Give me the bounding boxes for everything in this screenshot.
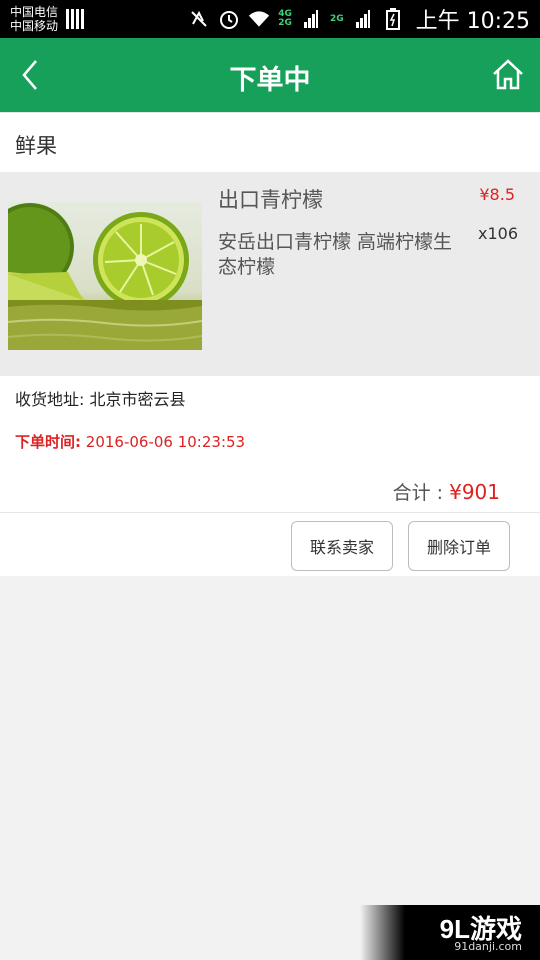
order-time-label: 下单时间: <box>15 433 81 451</box>
carrier-labels: 中国电信 中国移动 <box>10 5 58 33</box>
home-icon <box>493 59 523 90</box>
order-total: 合计 : ¥901 <box>393 478 500 505</box>
network-type-2: 2G <box>329 13 344 24</box>
store-name: 鲜果 <box>15 134 57 158</box>
product-image <box>8 202 202 350</box>
order-info: 收货地址: 北京市密云县 下单时间: 2016-06-06 10:23:53 合… <box>0 376 540 512</box>
order-time-value: 2016-06-06 10:23:53 <box>85 433 246 451</box>
watermark-url: 91danji.com <box>454 940 522 953</box>
signal-icon <box>300 8 322 30</box>
address-value: 北京市密云县 <box>89 390 186 409</box>
network-type: 4G 2G <box>278 9 292 28</box>
store-row: 鲜果 <box>0 112 540 172</box>
wifi-icon <box>248 8 270 30</box>
status-bar: 中国电信 中国移动 4G 2G 2G 上午 10:25 <box>0 0 540 38</box>
mute-icon <box>188 8 210 30</box>
watermark: 9L游戏 91danji.com <box>360 905 540 960</box>
product-price: ¥8.5 <box>479 185 515 204</box>
status-clock: 上午 10:25 <box>415 9 530 34</box>
order-time: 下单时间: 2016-06-06 10:23:53 <box>15 431 245 452</box>
total-value: ¥901 <box>449 480 500 504</box>
delivery-address: 收货地址: 北京市密云县 <box>15 386 186 410</box>
carrier-1: 中国电信 <box>10 5 59 19</box>
total-label: 合计 : <box>392 482 444 504</box>
address-label: 收货地址: <box>15 390 85 409</box>
battery-icon <box>382 8 404 30</box>
alarm-icon <box>218 8 240 30</box>
product-description: 安岳出口青柠檬 高端柠檬生态柠檬 <box>218 231 453 278</box>
carrier-2: 中国移动 <box>10 19 59 33</box>
signal-icon-2 <box>352 8 374 30</box>
product-item[interactable]: 出口青柠檬 ¥8.5 安岳出口青柠檬 高端柠檬生态柠檬 x106 <box>0 172 540 376</box>
page-title: 下单中 <box>229 65 311 96</box>
home-button[interactable] <box>488 54 528 94</box>
sim-icon <box>66 9 84 29</box>
delete-order-button[interactable]: 删除订单 <box>408 521 510 571</box>
status-icons: 4G 2G 2G 上午 10:25 <box>188 0 530 38</box>
contact-seller-button[interactable]: 联系卖家 <box>291 521 393 571</box>
order-actions: 联系卖家 删除订单 <box>0 512 540 576</box>
product-name: 出口青柠檬 <box>218 188 323 212</box>
product-quantity: x106 <box>477 224 518 243</box>
app-header: 下单中 <box>0 38 540 112</box>
